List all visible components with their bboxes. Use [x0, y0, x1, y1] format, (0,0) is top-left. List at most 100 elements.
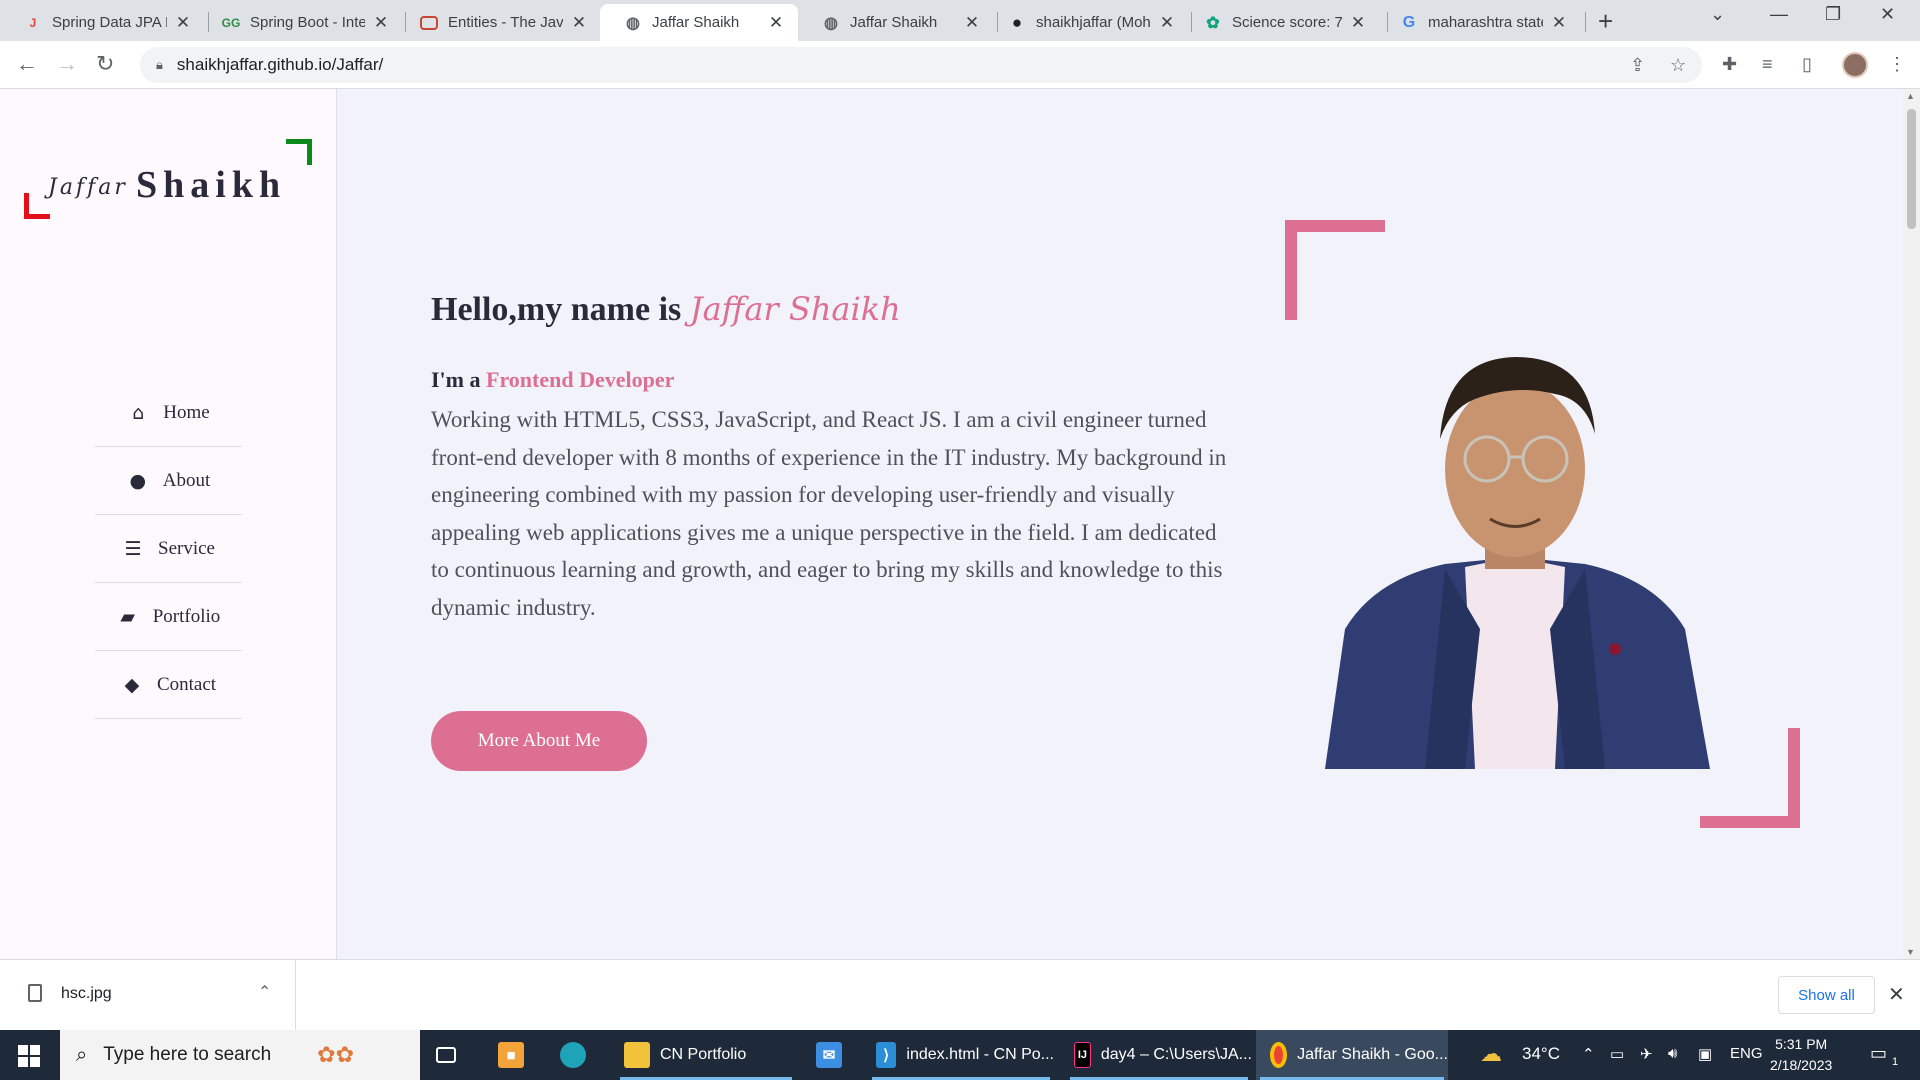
chevron-up-icon[interactable]: ⌃ — [258, 982, 271, 1002]
tab-spring-data-jpa[interactable]: J Spring Data JPA E ✕ — [0, 4, 205, 41]
tab-github[interactable]: ● shaikhjaffar (Moh ✕ — [984, 4, 1189, 41]
maximize-button[interactable]: ❐ — [1825, 4, 1841, 25]
sidebar-item-label: Portfolio — [152, 605, 221, 627]
search-icon: ⌕ — [76, 1043, 88, 1066]
scroll-down-icon[interactable]: ▼ — [1906, 947, 1915, 957]
tab-maharashtra[interactable]: G maharashtra state ✕ — [1376, 4, 1581, 41]
download-filename: hsc.jpg — [61, 985, 112, 1002]
hero-bio: Working with HTML5, CSS3, JavaScript, an… — [431, 407, 1227, 620]
mail-icon[interactable]: ✉ — [816, 1030, 852, 1080]
logo-corner-red — [24, 193, 50, 219]
show-all-button[interactable]: Show all — [1778, 976, 1875, 1014]
hero-heading: Hello,my name is Jaffar Shaikh — [431, 290, 901, 329]
address-bar[interactable]: 🔒︎ shaikhjaffar.github.io/Jaffar/ ⇪ ☆ — [140, 47, 1702, 83]
weather-temp[interactable]: 34°C — [1522, 1044, 1560, 1064]
close-icon[interactable]: ✕ — [766, 13, 786, 33]
taskbar-search[interactable]: ⌕ Type here to search ✿✿ — [60, 1030, 420, 1080]
taskbar-app-chrome[interactable]: Jaffar Shaikh - Goo... — [1256, 1030, 1448, 1080]
close-icon[interactable]: ✕ — [1348, 13, 1368, 33]
chevron-up-icon[interactable]: ⌃ — [1582, 1045, 1595, 1063]
tab-title: Science score: 72 — [1232, 14, 1342, 31]
system-clock[interactable]: 5:31 PM 2/18/2023 — [1770, 1034, 1832, 1076]
clock-date: 2/18/2023 — [1770, 1057, 1833, 1073]
tab-science-score[interactable]: ✿ Science score: 72 ✕ — [1180, 4, 1380, 41]
file-icon — [28, 984, 42, 1002]
tab-title: shaikhjaffar (Moh — [1036, 14, 1151, 31]
list-icon: ☰ — [124, 537, 142, 560]
hero-greeting: Hello,my name is — [431, 291, 682, 328]
more-about-me-button[interactable]: More About Me — [431, 711, 647, 771]
taskbar-app-label: day4 – C:\Users\JA... — [1100, 1046, 1252, 1063]
store-icon[interactable]: ■ — [498, 1030, 534, 1080]
briefcase-icon: ▰ — [120, 605, 136, 628]
language-indicator[interactable]: ENG — [1730, 1045, 1763, 1062]
extensions-icon[interactable]: ✚ — [1722, 54, 1737, 75]
sidebar-item-contact[interactable]: ◆ Contact — [95, 651, 242, 719]
bookmark-star-icon[interactable]: ☆ — [1670, 55, 1686, 76]
close-icon[interactable]: ✕ — [371, 13, 391, 33]
close-icon[interactable]: ✕ — [962, 13, 982, 33]
tab-jaffar-shaikh-active[interactable]: ◍ Jaffar Shaikh ✕ — [600, 4, 798, 41]
tab-entities[interactable]: Entities - The Jav ✕ — [396, 4, 601, 41]
home-icon: ⌂ — [132, 401, 145, 424]
new-tab-button[interactable]: + — [1598, 6, 1613, 37]
task-view-icon[interactable] — [436, 1030, 466, 1080]
gfg-favicon: GG — [221, 15, 241, 30]
airplane-icon[interactable]: ✈ — [1640, 1045, 1653, 1063]
download-item[interactable]: hsc.jpg ⌃ — [0, 960, 296, 1030]
avatar[interactable] — [1842, 52, 1868, 78]
reload-icon[interactable]: ↻ — [96, 51, 114, 77]
display-icon[interactable]: ▣ — [1698, 1045, 1712, 1063]
scrollbar-thumb[interactable] — [1907, 109, 1916, 229]
tab-spring-boot[interactable]: GG Spring Boot - Inte ✕ — [198, 4, 403, 41]
share-icon[interactable]: ⇪ — [1630, 55, 1645, 76]
close-icon[interactable]: ✕ — [173, 13, 193, 33]
vscode-icon: ⟩ — [876, 1042, 897, 1068]
back-icon[interactable]: ← — [16, 51, 38, 77]
sidebar-item-label: Service — [158, 537, 215, 559]
windows-taskbar: ⌕ Type here to search ✿✿ ■ CN Portfolio … — [0, 1030, 1920, 1080]
side-panel-icon[interactable]: ▯ — [1802, 54, 1812, 75]
forward-icon[interactable]: → — [56, 51, 78, 77]
notification-icon[interactable]: ▭ — [1870, 1043, 1887, 1064]
tab-title: maharashtra state — [1428, 14, 1543, 31]
sidebar-item-about[interactable]: ● About — [95, 447, 242, 515]
reading-list-icon[interactable]: ≡ — [1762, 54, 1773, 75]
close-icon[interactable]: ✕ — [569, 13, 589, 33]
close-icon[interactable]: ✕ — [1888, 982, 1905, 1007]
volume-icon[interactable]: 🔊︎ — [1668, 1045, 1677, 1062]
sidebar-nav: ⌂ Home ● About ☰ Service ▰ Portfolio ◆ C… — [95, 379, 242, 719]
notification-count: 1 — [1892, 1056, 1899, 1068]
profile-photo — [1325, 357, 1710, 769]
folder-icon — [624, 1042, 650, 1068]
taskbar-app-label: Jaffar Shaikh - Goo... — [1297, 1046, 1448, 1063]
site-logo[interactable]: Jaffar Shaikh — [24, 139, 314, 219]
sidebar-item-home[interactable]: ⌂ Home — [95, 379, 242, 447]
edge-icon[interactable] — [560, 1030, 596, 1080]
taskbar-app-cn-portfolio[interactable]: CN Portfolio — [616, 1030, 796, 1080]
url-text[interactable]: shaikhjaffar.github.io/Jaffar/ — [177, 55, 383, 75]
windows-start-button[interactable] — [18, 1045, 40, 1067]
sidebar-item-portfolio[interactable]: ▰ Portfolio — [95, 583, 242, 651]
close-window-button[interactable]: ✕ — [1880, 4, 1895, 25]
taskbar-app-vscode[interactable]: ⟩ index.html - CN Po... — [868, 1030, 1054, 1080]
page-scrollbar[interactable]: ▲ ▼ — [1903, 89, 1920, 959]
taskbar-app-intellij[interactable]: IJ day4 – C:\Users\JA... — [1066, 1030, 1252, 1080]
sidebar-item-service[interactable]: ☰ Service — [95, 515, 242, 583]
download-shelf: hsc.jpg ⌃ Show all ✕ — [0, 959, 1920, 1030]
page-content: Jaffar Shaikh ⌂ Home ● About ☰ Service ▰… — [0, 89, 1920, 959]
lock-icon: 🔒︎ — [156, 57, 163, 72]
scroll-up-icon[interactable]: ▲ — [1906, 91, 1915, 101]
sidebar-item-label: About — [162, 469, 211, 491]
tab-jaffar-shaikh[interactable]: ◍ Jaffar Shaikh ✕ — [798, 4, 994, 41]
close-icon[interactable]: ✕ — [1549, 13, 1569, 33]
kebab-menu-icon[interactable]: ⋮ — [1888, 54, 1906, 75]
battery-icon[interactable]: ▭ — [1610, 1045, 1624, 1063]
tab-search-icon[interactable]: ⌄ — [1710, 4, 1725, 25]
close-icon[interactable]: ✕ — [1157, 13, 1177, 33]
tab-strip: J Spring Data JPA E ✕ GG Spring Boot - I… — [0, 0, 1920, 41]
photo-frame-top-left — [1285, 220, 1385, 320]
user-icon: ● — [129, 469, 147, 492]
hero-role: I'm a Frontend Developer — [431, 367, 674, 393]
minimize-button[interactable]: — — [1770, 4, 1788, 25]
